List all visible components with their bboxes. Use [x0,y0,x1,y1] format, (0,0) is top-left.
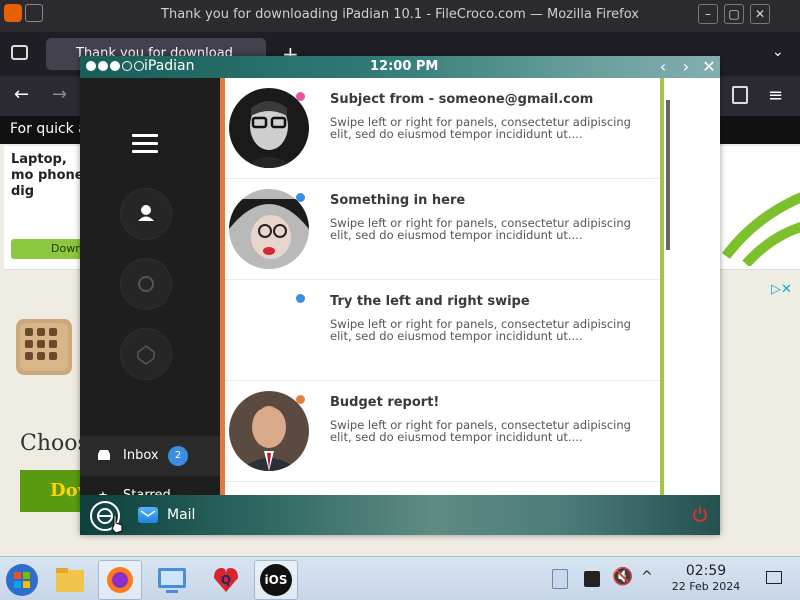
speaker-muted-icon[interactable]: 🔇 [612,567,633,587]
user-icon[interactable] [120,188,172,240]
sidebar-item-inbox[interactable]: Inbox 2 [80,436,220,476]
sidebar-item-label: Inbox [123,448,159,463]
mail-item[interactable]: Try the left and right swipe Swipe left … [225,280,660,381]
clock-date: 22 Feb 2024 [671,580,741,593]
unread-dot [296,193,305,202]
close-window-button[interactable]: ✕ [750,4,770,24]
mail-list-scrollbar[interactable] [666,100,670,250]
power-icon[interactable] [692,506,708,526]
close-icon[interactable]: ✕ [700,57,718,77]
tab-list-icon[interactable] [11,45,28,60]
extensions-icon[interactable] [732,86,748,104]
taskbar: Q iOS 🔇 ^ 02:59 22 Feb 2024 [0,556,800,600]
mouse-cursor-icon [110,514,124,534]
ad-download-button[interactable]: Down [11,239,91,259]
mail-list: Subject from - someone@gmail.com Swipe l… [225,78,660,495]
ipadian-clock: 12:00 PM [370,59,439,74]
mail-app-icon[interactable] [138,507,158,523]
chevron-left-icon[interactable]: ‹ [654,57,672,77]
mail-preview: Swipe left or right for panels, consecte… [330,418,631,444]
ipadian-statusbar: iPadian 12:00 PM ‹ › ✕ [80,56,720,78]
mail-preview: Swipe left or right for panels, consecte… [330,216,631,242]
firefox-icon[interactable] [98,560,142,600]
detail-pane [664,78,720,495]
mail-subject: Try the left and right swipe [330,294,530,309]
codepen-icon[interactable] [120,328,172,380]
mail-preview: Swipe left or right for panels, consecte… [330,317,631,343]
mail-subject: Subject from - someone@gmail.com [330,92,594,107]
mail-preview: Swipe left or right for panels, consecte… [330,115,631,141]
clock[interactable]: 02:59 22 Feb 2024 [666,563,746,593]
download-button[interactable]: Dow [20,470,93,512]
mail-subject: Something in here [330,193,466,208]
choose-heading: Choos [20,431,89,456]
firefox-titlebar: Thank you for downloading iPadian 10.1 -… [0,0,800,32]
ad-text: Laptop, mo phone, dig [11,152,89,199]
signal-dots [86,61,144,71]
remote-desktop-icon[interactable] [150,560,194,600]
github-icon[interactable] [120,258,172,310]
chevron-right-icon[interactable]: › [677,57,695,77]
ad-graphic [722,192,800,266]
app-heart-icon[interactable]: Q [204,560,248,600]
mail-item[interactable]: Subject from - someone@gmail.com Swipe l… [225,78,660,179]
back-button[interactable]: ← [14,84,29,105]
show-desktop-icon[interactable] [766,571,782,584]
printer-tray-icon[interactable] [584,571,600,587]
minimize-button[interactable]: – [698,4,718,24]
menu-icon[interactable]: ≡ [768,85,783,106]
ipadian-window: iPadian 12:00 PM ‹ › ✕ Inbox 2 ★ Starred [80,56,720,535]
mail-app-label[interactable]: Mail [167,507,195,523]
unread-badge: 2 [168,446,188,466]
ipadian-brand: iPadian [144,58,195,74]
clipboard-tray-icon[interactable] [552,569,568,589]
file-explorer-icon[interactable] [48,560,92,600]
mail-item[interactable]: Budget report! Swipe left or right for p… [225,381,660,482]
clock-time: 02:59 [685,563,727,579]
maximize-button[interactable]: ▢ [724,4,744,24]
unread-dot [296,395,305,404]
start-button[interactable] [2,560,46,600]
unread-dot [296,294,305,303]
svg-text:Q: Q [221,573,231,587]
unread-dot [296,92,305,101]
hamburger-menu-icon[interactable] [132,134,158,154]
mail-item[interactable]: Something in here Swipe left or right fo… [225,179,660,280]
mail-subject: Budget report! [330,395,440,410]
chevron-up-icon[interactable]: ^ [641,569,653,585]
window-title: Thank you for downloading iPadian 10.1 -… [161,7,639,22]
tab-overflow-icon[interactable]: ⌄ [772,44,784,60]
forward-button[interactable]: → [52,84,67,105]
ios-app-icon[interactable]: iOS [254,560,298,600]
ipadian-app-icon [16,319,72,375]
ipadian-dock: Mail [80,495,720,535]
mail-sidebar: Inbox 2 ★ Starred [80,78,220,503]
adchoices-icon[interactable]: ▷✕ [771,282,792,297]
inbox-icon [98,449,110,464]
ios-label: iOS [260,564,292,596]
